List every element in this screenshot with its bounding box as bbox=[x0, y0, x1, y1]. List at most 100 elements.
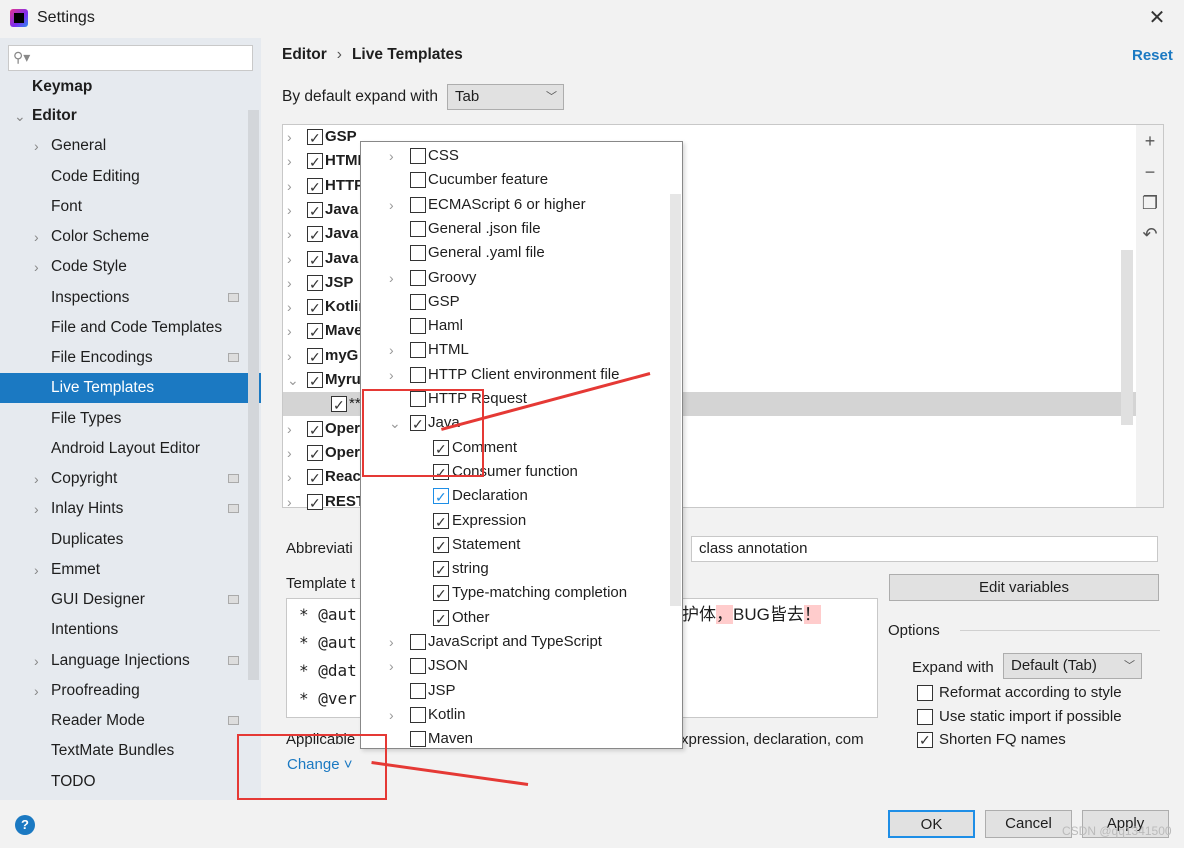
sidebar-item-android-layout-editor[interactable]: Android Layout Editor bbox=[0, 434, 248, 464]
chevron-right-icon[interactable]: › bbox=[287, 247, 292, 271]
checkbox[interactable] bbox=[433, 607, 449, 631]
checkbox[interactable] bbox=[410, 172, 426, 189]
chevron-right-icon[interactable]: › bbox=[287, 174, 292, 198]
sidebar-item-color-scheme[interactable]: › Color Scheme bbox=[0, 222, 248, 252]
context-item[interactable]: Maven bbox=[361, 727, 671, 748]
sidebar-item-language-injections[interactable]: › Language Injections bbox=[0, 646, 248, 676]
checkbox[interactable] bbox=[410, 318, 426, 335]
chevron-right-icon[interactable]: › bbox=[287, 149, 292, 173]
chevron-right-icon[interactable]: › bbox=[34, 676, 39, 706]
checkbox[interactable] bbox=[410, 269, 426, 286]
chevron-right-icon[interactable]: › bbox=[287, 441, 292, 465]
context-item[interactable]: › JavaScript and TypeScript bbox=[361, 630, 671, 654]
checkbox[interactable] bbox=[410, 220, 426, 237]
sidebar-item-intentions[interactable]: Intentions bbox=[0, 615, 248, 645]
sidebar-item-proofreading[interactable]: › Proofreading bbox=[0, 676, 248, 706]
chevron-right-icon[interactable]: › bbox=[34, 222, 39, 252]
chevron-right-icon[interactable]: › bbox=[287, 465, 292, 489]
sidebar-item-todo[interactable]: TODO bbox=[0, 767, 248, 797]
sidebar-item-code-style[interactable]: › Code Style bbox=[0, 252, 248, 282]
context-item[interactable]: Statement bbox=[361, 533, 671, 558]
checkbox[interactable] bbox=[433, 558, 449, 582]
settings-search-input[interactable]: ⚲▾ bbox=[8, 45, 253, 71]
sidebar-item-font[interactable]: Font bbox=[0, 192, 248, 222]
checkbox[interactable] bbox=[410, 634, 426, 650]
close-icon[interactable]: ✕ bbox=[1145, 6, 1169, 30]
checkbox[interactable] bbox=[410, 293, 426, 310]
chevron-right-icon[interactable]: › bbox=[34, 494, 39, 524]
checkbox[interactable] bbox=[410, 706, 426, 723]
copy-icon[interactable]: ❐ bbox=[1140, 193, 1160, 213]
sidebar-item-keymap[interactable]: Keymap bbox=[0, 72, 248, 102]
chevron-right-icon[interactable]: › bbox=[34, 252, 39, 282]
checkbox[interactable] bbox=[307, 296, 323, 320]
chevron-right-icon[interactable]: › bbox=[34, 464, 39, 494]
chevron-right-icon[interactable]: › bbox=[34, 131, 39, 161]
context-item[interactable]: General .yaml file bbox=[361, 241, 671, 265]
chevron-right-icon[interactable]: › bbox=[287, 222, 292, 246]
chevron-right-icon[interactable]: › bbox=[287, 344, 292, 368]
sidebar-scrollbar[interactable] bbox=[248, 110, 259, 680]
checkbox[interactable] bbox=[307, 199, 323, 223]
option-checkbox[interactable]: Use static import if possible bbox=[917, 706, 1122, 728]
chevron-down-icon[interactable]: ⌄ bbox=[14, 101, 26, 131]
context-item[interactable]: › HTTP Client environment file bbox=[361, 363, 671, 387]
sidebar-item-file-types[interactable]: File Types bbox=[0, 404, 248, 434]
sidebar-item-code-editing[interactable]: Code Editing bbox=[0, 162, 248, 192]
checkbox[interactable] bbox=[410, 366, 426, 383]
context-item[interactable]: › HTML bbox=[361, 338, 671, 362]
chevron-right-icon[interactable]: › bbox=[389, 630, 394, 654]
checkbox[interactable] bbox=[307, 223, 323, 247]
breadcrumb-editor[interactable]: Editor bbox=[282, 46, 327, 63]
checkbox[interactable] bbox=[307, 150, 323, 174]
chevron-right-icon[interactable]: › bbox=[287, 295, 292, 319]
checkbox[interactable] bbox=[307, 491, 323, 515]
checkbox[interactable] bbox=[307, 418, 323, 442]
checkbox[interactable] bbox=[410, 342, 426, 359]
checkbox[interactable] bbox=[410, 658, 426, 675]
checkbox[interactable] bbox=[307, 345, 323, 369]
sidebar-item-gui-designer[interactable]: GUI Designer bbox=[0, 585, 248, 615]
context-item[interactable]: › JSON bbox=[361, 654, 671, 678]
chevron-right-icon[interactable]: › bbox=[287, 271, 292, 295]
checkbox[interactable] bbox=[307, 248, 323, 272]
chevron-right-icon[interactable]: › bbox=[389, 266, 394, 290]
popup-scrollbar[interactable] bbox=[670, 194, 681, 606]
undo-icon[interactable]: ↶ bbox=[1140, 224, 1160, 244]
help-icon[interactable]: ? bbox=[15, 815, 35, 835]
checkbox[interactable] bbox=[410, 731, 426, 748]
checkbox[interactable] bbox=[307, 369, 323, 393]
context-item[interactable]: string bbox=[361, 557, 671, 582]
sidebar-item-file-encodings[interactable]: File Encodings bbox=[0, 343, 248, 373]
context-item[interactable]: › CSS bbox=[361, 144, 671, 168]
context-item[interactable]: Type-matching completion bbox=[361, 581, 671, 606]
checkbox[interactable] bbox=[331, 393, 347, 417]
tree-scrollbar[interactable] bbox=[1121, 250, 1133, 425]
edit-variables-button[interactable]: Edit variables bbox=[889, 574, 1159, 601]
chevron-right-icon[interactable]: › bbox=[389, 703, 394, 727]
sidebar-item-live-templates[interactable]: Live Templates bbox=[0, 373, 261, 403]
reset-link[interactable]: Reset bbox=[1132, 47, 1173, 64]
chevron-right-icon[interactable]: › bbox=[389, 193, 394, 217]
checkbox[interactable] bbox=[410, 148, 426, 164]
context-item[interactable]: Declaration bbox=[361, 484, 671, 509]
chevron-right-icon[interactable]: › bbox=[389, 144, 394, 168]
sidebar-item-general[interactable]: › General bbox=[0, 131, 248, 161]
cancel-button[interactable]: Cancel bbox=[985, 810, 1072, 838]
chevron-right-icon[interactable]: › bbox=[287, 319, 292, 343]
chevron-down-icon[interactable]: ⌄ bbox=[287, 368, 299, 392]
sidebar-item-duplicates[interactable]: Duplicates bbox=[0, 525, 248, 555]
checkbox[interactable] bbox=[410, 682, 426, 699]
context-item[interactable]: Expression bbox=[361, 509, 671, 534]
checkbox[interactable] bbox=[307, 272, 323, 296]
checkbox[interactable] bbox=[307, 126, 323, 150]
checkbox[interactable] bbox=[917, 685, 933, 702]
checkbox[interactable] bbox=[307, 466, 323, 490]
sidebar-item-file-and-code-templates[interactable]: File and Code Templates bbox=[0, 313, 248, 343]
context-item[interactable]: Cucumber feature bbox=[361, 168, 671, 192]
context-item[interactable]: › Groovy bbox=[361, 266, 671, 290]
checkbox[interactable] bbox=[433, 534, 449, 558]
chevron-right-icon[interactable]: › bbox=[287, 417, 292, 441]
context-item[interactable]: JSP bbox=[361, 679, 671, 703]
chevron-right-icon[interactable]: › bbox=[34, 555, 39, 585]
